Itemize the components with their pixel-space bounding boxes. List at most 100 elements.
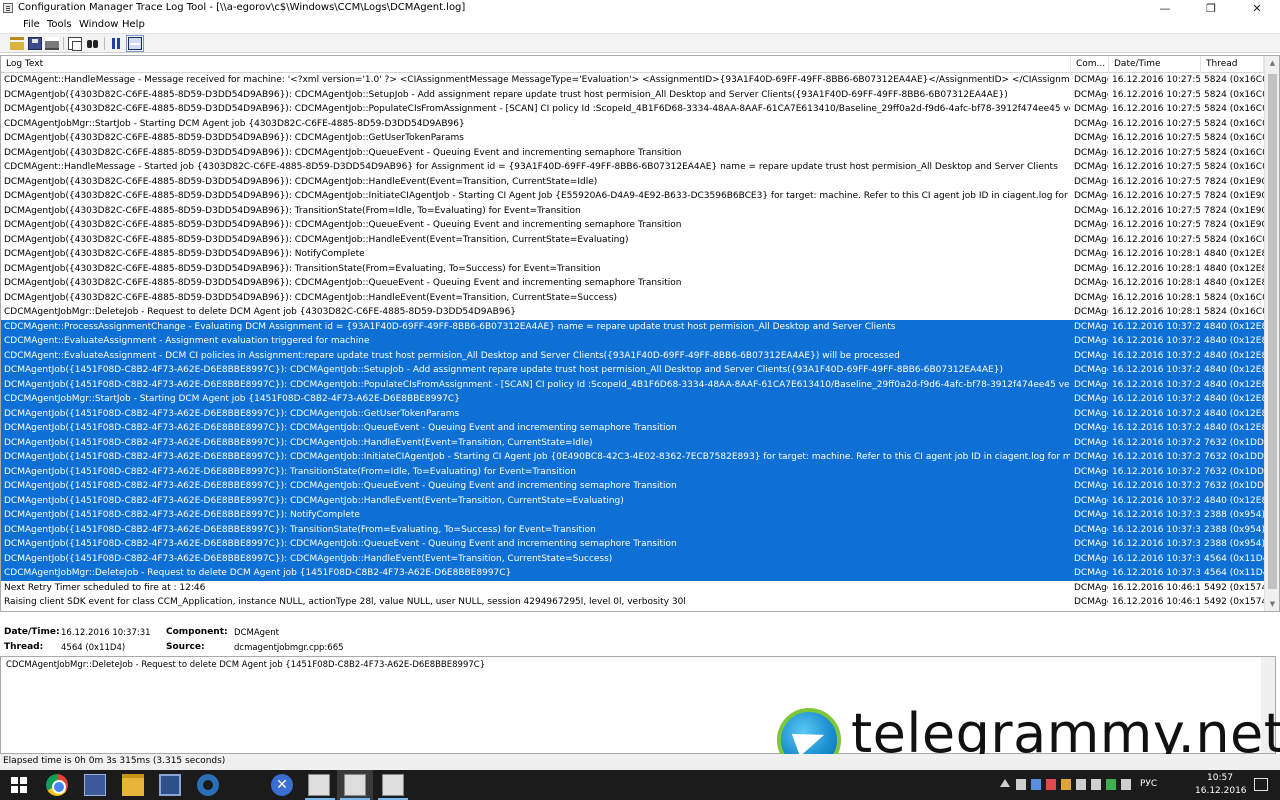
table-row[interactable]: DCMAgentJob({4303D82C-C6FE-4885-8D59-D3D…	[1, 88, 1264, 103]
datetime-cell: 16.12.2016 10:27:59	[1112, 234, 1200, 245]
windows-start-icon[interactable]	[9, 774, 31, 796]
table-row[interactable]: DCMAgentJob({1451F08D-C8B2-4F73-A62E-D6E…	[1, 493, 1264, 508]
copy-icon[interactable]	[68, 37, 82, 51]
language-indicator[interactable]: РУС	[1140, 779, 1157, 789]
table-row[interactable]: CDCMAgentJobMgr::StartJob - Starting DCM…	[1, 117, 1264, 132]
log-text-cell: DCMAgentJob({1451F08D-C8B2-4F73-A62E-D6E…	[4, 495, 624, 506]
maximize-button[interactable]: ❐	[1188, 0, 1234, 17]
log-text-cell: DCMAgentJob({1451F08D-C8B2-4F73-A62E-D6E…	[4, 481, 677, 491]
table-row[interactable]: DCMAgentJob({4303D82C-C6FE-4885-8D59-D3D…	[1, 276, 1264, 291]
table-row[interactable]: Raising client SDK event for class CCM_A…	[1, 595, 1264, 610]
table-row[interactable]: CDCMAgentJobMgr::DeleteJob - Request to …	[1, 305, 1264, 320]
table-row[interactable]: DCMAgentJob({4303D82C-C6FE-4885-8D59-D3D…	[1, 204, 1264, 219]
trace-log-tool-icon[interactable]	[344, 774, 366, 796]
tray-chevron-icon[interactable]	[1000, 779, 1010, 787]
tray-app-icon[interactable]	[1061, 779, 1071, 790]
table-row[interactable]: CDCMAgent::EvaluateAssignment - DCM CI p…	[1, 348, 1264, 363]
volume-icon[interactable]	[1091, 779, 1101, 790]
table-row[interactable]: DCMAgentJob({1451F08D-C8B2-4F73-A62E-D6E…	[1, 406, 1264, 421]
pause-icon[interactable]	[109, 37, 123, 50]
document-icon[interactable]	[308, 774, 330, 796]
open-icon[interactable]	[10, 37, 24, 50]
scroll-up-icon[interactable]: ▲	[1265, 56, 1279, 70]
table-row[interactable]: DCMAgentJob({4303D82C-C6FE-4885-8D59-D3D…	[1, 146, 1264, 161]
vertical-scrollbar[interactable]: ▲ ▼	[1264, 56, 1279, 611]
table-row[interactable]: DCMAgentJob({4303D82C-C6FE-4885-8D59-D3D…	[1, 247, 1264, 262]
toolbar-separator	[104, 37, 105, 50]
source-value: dcmagentjobmgr.cpp:665	[234, 643, 344, 653]
scroll-down-icon[interactable]: ▼	[1265, 597, 1279, 611]
log-text-cell: CDCMAgent::ProcessAssignmentChange - Eva…	[4, 321, 896, 332]
app-x-icon[interactable]: ✕	[271, 774, 293, 796]
browser-icon[interactable]	[197, 774, 219, 796]
table-row[interactable]: DCMAgentJob({4303D82C-C6FE-4885-8D59-D3D…	[1, 131, 1264, 146]
datetime-cell: 16.12.2016 10:28:10	[1112, 307, 1200, 317]
document-icon[interactable]	[382, 774, 404, 796]
table-row[interactable]: CDCMAgentJobMgr::StartJob - Starting DCM…	[1, 392, 1264, 407]
tray-app-icon[interactable]	[1046, 779, 1056, 790]
table-row[interactable]: CDCMAgent::ProcessAssignmentChange - Eva…	[1, 319, 1264, 334]
details-panel: Date/Time: 16.12.2016 10:37:31 Component…	[0, 623, 1280, 656]
table-row[interactable]: DCMAgentJob({1451F08D-C8B2-4F73-A62E-D6E…	[1, 421, 1264, 436]
table-row[interactable]: CDCMAgentJobMgr::DeleteJob - Request to …	[1, 566, 1264, 581]
tray-app-icon[interactable]	[1076, 779, 1086, 790]
component-cell: DCMAgent	[1074, 205, 1108, 216]
minimize-button[interactable]: —	[1142, 0, 1188, 17]
table-row[interactable]: DCMAgentJob({1451F08D-C8B2-4F73-A62E-D6E…	[1, 522, 1264, 537]
table-row[interactable]: DCMAgentJob({1451F08D-C8B2-4F73-A62E-D6E…	[1, 435, 1264, 450]
print-icon[interactable]	[45, 37, 59, 50]
component-cell: DCMAgent	[1074, 510, 1108, 520]
thread-label: Thread:	[4, 642, 44, 652]
component-cell: DCMAgent	[1074, 234, 1108, 245]
chrome-icon[interactable]	[46, 774, 68, 796]
menu-tools[interactable]: Tools	[47, 19, 72, 30]
column-header-datetime[interactable]: Date/Time	[1109, 56, 1201, 73]
table-row[interactable]: DCMAgentJob({1451F08D-C8B2-4F73-A62E-D6E…	[1, 479, 1264, 494]
table-row[interactable]: DCMAgentJob({4303D82C-C6FE-4885-8D59-D3D…	[1, 175, 1264, 190]
table-row[interactable]: DCMAgentJob({1451F08D-C8B2-4F73-A62E-D6E…	[1, 450, 1264, 465]
table-row[interactable]: DCMAgentJob({4303D82C-C6FE-4885-8D59-D3D…	[1, 218, 1264, 233]
table-row[interactable]: DCMAgentJob({4303D82C-C6FE-4885-8D59-D3D…	[1, 233, 1264, 248]
action-center-icon[interactable]	[1254, 778, 1268, 791]
log-text-cell: DCMAgentJob({4303D82C-C6FE-4885-8D59-D3D…	[4, 147, 682, 158]
component-cell: DCMAgent	[1074, 191, 1108, 201]
column-header-log-text[interactable]: Log Text	[1, 56, 1071, 73]
table-row[interactable]: CDCMAgent::EvaluateAssignment - Assignme…	[1, 334, 1264, 349]
tray-app-icon[interactable]	[1016, 779, 1026, 790]
network-icon[interactable]	[1121, 779, 1131, 790]
table-row[interactable]: CDCMAgent::HandleMessage - Message recei…	[1, 73, 1264, 88]
close-button[interactable]: ✕	[1234, 0, 1280, 17]
thread-cell: 5824 (0x16C0)	[1204, 75, 1264, 85]
menu-file[interactable]: File	[23, 19, 40, 30]
table-row[interactable]: DCMAgentJob({1451F08D-C8B2-4F73-A62E-D6E…	[1, 377, 1264, 392]
table-row[interactable]: CDCMAgent::HandleMessage - Started job {…	[1, 160, 1264, 175]
column-header-component[interactable]: Com...	[1071, 56, 1109, 73]
find-icon[interactable]	[86, 37, 100, 50]
table-row[interactable]: DCMAgentJob({1451F08D-C8B2-4F73-A62E-D6E…	[1, 363, 1264, 378]
table-row[interactable]: DCMAgentJob({4303D82C-C6FE-4885-8D59-D3D…	[1, 291, 1264, 306]
menu-help[interactable]: Help	[122, 19, 145, 30]
table-row[interactable]: DCMAgentJob({1451F08D-C8B2-4F73-A62E-D6E…	[1, 537, 1264, 552]
thread-cell: 5492 (0x1574)	[1204, 597, 1264, 607]
show-details-icon[interactable]	[126, 35, 144, 52]
table-row[interactable]: Next Retry Timer scheduled to fire at : …	[1, 581, 1264, 596]
app-window-icon[interactable]	[159, 774, 181, 796]
table-row[interactable]: DCMAgentJob({4303D82C-C6FE-4885-8D59-D3D…	[1, 189, 1264, 204]
table-row[interactable]: DCMAgentJob({1451F08D-C8B2-4F73-A62E-D6E…	[1, 508, 1264, 523]
table-row[interactable]: DCMAgentJob({4303D82C-C6FE-4885-8D59-D3D…	[1, 262, 1264, 277]
scrollbar-thumb[interactable]	[1268, 74, 1277, 589]
table-row[interactable]: DCMAgentJob({1451F08D-C8B2-4F73-A62E-D6E…	[1, 551, 1264, 566]
tray-app-icon[interactable]	[1031, 779, 1041, 790]
table-row[interactable]: DCMAgentJob({4303D82C-C6FE-4885-8D59-D3D…	[1, 102, 1264, 117]
clock[interactable]: 10:57 16.12.2016	[1195, 772, 1247, 798]
tray-app-icon[interactable]	[1106, 779, 1116, 790]
config-manager-icon[interactable]	[84, 774, 106, 796]
save-icon[interactable]	[28, 37, 42, 50]
file-explorer-icon[interactable]	[122, 774, 144, 796]
menu-window[interactable]: Window	[79, 19, 118, 30]
table-row[interactable]: DCMAgentJob({1451F08D-C8B2-4F73-A62E-D6E…	[1, 464, 1264, 479]
column-header-thread[interactable]: Thread	[1201, 56, 1264, 73]
datetime-cell: 16.12.2016 10:28:10	[1112, 278, 1200, 288]
datetime-cell: 16.12.2016 10:46:13	[1112, 597, 1200, 607]
datetime-cell: 16.12.2016 10:37:28	[1112, 336, 1200, 346]
